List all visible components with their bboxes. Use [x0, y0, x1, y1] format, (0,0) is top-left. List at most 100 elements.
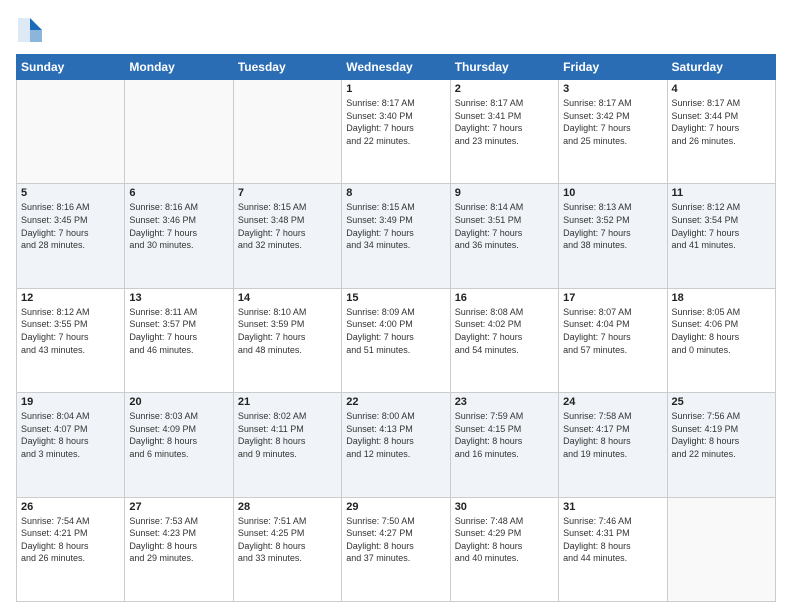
day-info: Sunrise: 7:56 AM Sunset: 4:19 PM Dayligh…: [672, 410, 771, 460]
day-number: 20: [129, 396, 228, 408]
day-info: Sunrise: 8:17 AM Sunset: 3:44 PM Dayligh…: [672, 97, 771, 147]
day-number: 7: [238, 187, 337, 199]
day-info: Sunrise: 7:48 AM Sunset: 4:29 PM Dayligh…: [455, 515, 554, 565]
day-info: Sunrise: 8:12 AM Sunset: 3:55 PM Dayligh…: [21, 306, 120, 356]
day-cell: 15 Sunrise: 8:09 AM Sunset: 4:00 PM Dayli…: [342, 288, 450, 392]
day-number: 10: [563, 187, 662, 199]
day-cell: 2 Sunrise: 8:17 AM Sunset: 3:41 PM Daylig…: [450, 80, 558, 184]
day-number: 19: [21, 396, 120, 408]
day-number: 24: [563, 396, 662, 408]
day-info: Sunrise: 7:53 AM Sunset: 4:23 PM Dayligh…: [129, 515, 228, 565]
day-cell: 3 Sunrise: 8:17 AM Sunset: 3:42 PM Daylig…: [559, 80, 667, 184]
day-number: 11: [672, 187, 771, 199]
day-number: 22: [346, 396, 445, 408]
day-info: Sunrise: 8:16 AM Sunset: 3:46 PM Dayligh…: [129, 201, 228, 251]
day-number: 5: [21, 187, 120, 199]
logo: [16, 16, 48, 44]
day-info: Sunrise: 8:13 AM Sunset: 3:52 PM Dayligh…: [563, 201, 662, 251]
logo-icon: [16, 16, 44, 44]
day-info: Sunrise: 8:03 AM Sunset: 4:09 PM Dayligh…: [129, 410, 228, 460]
header: [16, 16, 776, 44]
day-cell: 21 Sunrise: 8:02 AM Sunset: 4:11 PM Dayli…: [233, 393, 341, 497]
day-number: 27: [129, 501, 228, 513]
day-cell: 31 Sunrise: 7:46 AM Sunset: 4:31 PM Dayli…: [559, 497, 667, 601]
day-number: 13: [129, 292, 228, 304]
day-number: 31: [563, 501, 662, 513]
day-number: 29: [346, 501, 445, 513]
day-info: Sunrise: 7:46 AM Sunset: 4:31 PM Dayligh…: [563, 515, 662, 565]
day-info: Sunrise: 8:11 AM Sunset: 3:57 PM Dayligh…: [129, 306, 228, 356]
day-number: 16: [455, 292, 554, 304]
day-info: Sunrise: 7:50 AM Sunset: 4:27 PM Dayligh…: [346, 515, 445, 565]
day-info: Sunrise: 8:07 AM Sunset: 4:04 PM Dayligh…: [563, 306, 662, 356]
day-number: 17: [563, 292, 662, 304]
weekday-header-sunday: Sunday: [17, 55, 125, 80]
day-number: 26: [21, 501, 120, 513]
day-info: Sunrise: 8:17 AM Sunset: 3:41 PM Dayligh…: [455, 97, 554, 147]
day-cell: 29 Sunrise: 7:50 AM Sunset: 4:27 PM Dayli…: [342, 497, 450, 601]
day-number: 6: [129, 187, 228, 199]
day-cell: 12 Sunrise: 8:12 AM Sunset: 3:55 PM Dayli…: [17, 288, 125, 392]
day-cell: 28 Sunrise: 7:51 AM Sunset: 4:25 PM Dayli…: [233, 497, 341, 601]
day-cell: [233, 80, 341, 184]
week-row-3: 12 Sunrise: 8:12 AM Sunset: 3:55 PM Dayli…: [17, 288, 776, 392]
page: SundayMondayTuesdayWednesdayThursdayFrid…: [0, 0, 792, 612]
day-cell: 17 Sunrise: 8:07 AM Sunset: 4:04 PM Dayli…: [559, 288, 667, 392]
day-info: Sunrise: 7:59 AM Sunset: 4:15 PM Dayligh…: [455, 410, 554, 460]
day-number: 18: [672, 292, 771, 304]
day-cell: 19 Sunrise: 8:04 AM Sunset: 4:07 PM Dayli…: [17, 393, 125, 497]
day-info: Sunrise: 8:10 AM Sunset: 3:59 PM Dayligh…: [238, 306, 337, 356]
day-cell: 26 Sunrise: 7:54 AM Sunset: 4:21 PM Dayli…: [17, 497, 125, 601]
day-cell: 7 Sunrise: 8:15 AM Sunset: 3:48 PM Daylig…: [233, 184, 341, 288]
weekday-header-saturday: Saturday: [667, 55, 775, 80]
day-cell: 16 Sunrise: 8:08 AM Sunset: 4:02 PM Dayli…: [450, 288, 558, 392]
day-info: Sunrise: 8:05 AM Sunset: 4:06 PM Dayligh…: [672, 306, 771, 356]
day-cell: 8Sunrise: 8:15 AM Sunset: 3:49 PM Daylig…: [342, 184, 450, 288]
day-info: Sunrise: 8:09 AM Sunset: 4:00 PM Dayligh…: [346, 306, 445, 356]
day-info: Sunrise: 8:16 AM Sunset: 3:45 PM Dayligh…: [21, 201, 120, 251]
day-cell: 25Sunrise: 7:56 AM Sunset: 4:19 PM Dayli…: [667, 393, 775, 497]
day-info: Sunrise: 8:17 AM Sunset: 3:40 PM Dayligh…: [346, 97, 445, 147]
day-number: 2: [455, 83, 554, 95]
day-number: 21: [238, 396, 337, 408]
day-number: 3: [563, 83, 662, 95]
day-number: 28: [238, 501, 337, 513]
day-cell: 18 Sunrise: 8:05 AM Sunset: 4:06 PM Dayli…: [667, 288, 775, 392]
day-number: 30: [455, 501, 554, 513]
day-number: 14: [238, 292, 337, 304]
day-info: Sunrise: 8:12 AM Sunset: 3:54 PM Dayligh…: [672, 201, 771, 251]
calendar-table: SundayMondayTuesdayWednesdayThursdayFrid…: [16, 54, 776, 602]
week-row-4: 19 Sunrise: 8:04 AM Sunset: 4:07 PM Dayli…: [17, 393, 776, 497]
weekday-header-wednesday: Wednesday: [342, 55, 450, 80]
day-cell: 14 Sunrise: 8:10 AM Sunset: 3:59 PM Dayli…: [233, 288, 341, 392]
day-cell: 9Sunrise: 8:14 AM Sunset: 3:51 PM Daylig…: [450, 184, 558, 288]
day-info: Sunrise: 8:17 AM Sunset: 3:42 PM Dayligh…: [563, 97, 662, 147]
day-info: Sunrise: 8:15 AM Sunset: 3:48 PM Dayligh…: [238, 201, 337, 251]
day-cell: 27 Sunrise: 7:53 AM Sunset: 4:23 PM Dayli…: [125, 497, 233, 601]
day-cell: 23 Sunrise: 7:59 AM Sunset: 4:15 PM Dayli…: [450, 393, 558, 497]
day-info: Sunrise: 7:54 AM Sunset: 4:21 PM Dayligh…: [21, 515, 120, 565]
day-cell: 5 Sunrise: 8:16 AM Sunset: 3:45 PM Daylig…: [17, 184, 125, 288]
day-number: 12: [21, 292, 120, 304]
week-row-2: 5 Sunrise: 8:16 AM Sunset: 3:45 PM Daylig…: [17, 184, 776, 288]
day-cell: 30 Sunrise: 7:48 AM Sunset: 4:29 PM Dayli…: [450, 497, 558, 601]
day-cell: 4 Sunrise: 8:17 AM Sunset: 3:44 PM Daylig…: [667, 80, 775, 184]
week-row-1: 1 Sunrise: 8:17 AM Sunset: 3:40 PM Daylig…: [17, 80, 776, 184]
day-info: Sunrise: 8:04 AM Sunset: 4:07 PM Dayligh…: [21, 410, 120, 460]
weekday-header-thursday: Thursday: [450, 55, 558, 80]
day-number: 23: [455, 396, 554, 408]
day-number: 15: [346, 292, 445, 304]
day-number: 4: [672, 83, 771, 95]
day-number: 9: [455, 187, 554, 199]
weekday-header-tuesday: Tuesday: [233, 55, 341, 80]
day-number: 1: [346, 83, 445, 95]
day-cell: [125, 80, 233, 184]
day-info: Sunrise: 8:08 AM Sunset: 4:02 PM Dayligh…: [455, 306, 554, 356]
day-cell: 11 Sunrise: 8:12 AM Sunset: 3:54 PM Dayli…: [667, 184, 775, 288]
day-info: Sunrise: 7:51 AM Sunset: 4:25 PM Dayligh…: [238, 515, 337, 565]
day-info: Sunrise: 8:02 AM Sunset: 4:11 PM Dayligh…: [238, 410, 337, 460]
day-cell: 6 Sunrise: 8:16 AM Sunset: 3:46 PM Daylig…: [125, 184, 233, 288]
day-cell: 24Sunrise: 7:58 AM Sunset: 4:17 PM Dayli…: [559, 393, 667, 497]
day-info: Sunrise: 8:15 AM Sunset: 3:49 PM Dayligh…: [346, 201, 445, 251]
weekday-header-friday: Friday: [559, 55, 667, 80]
